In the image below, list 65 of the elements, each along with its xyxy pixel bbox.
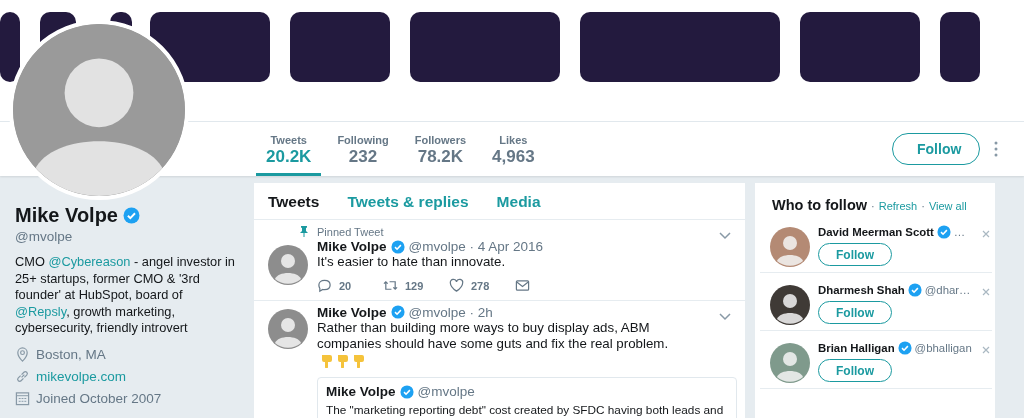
- separator-dot: ·: [871, 200, 875, 212]
- profile-bio: CMO @Cybereason - angel investor in 25+ startups, former CMO & '3rd founder' at HubSpot, board of @Repsly, growth marketing, cybersecurity, friendly introvert: [15, 254, 236, 337]
- tweet-author[interactable]: Mike Volpe: [317, 239, 387, 254]
- quote-author: Mike Volpe: [326, 384, 396, 399]
- close-icon[interactable]: [982, 346, 990, 354]
- follow-button[interactable]: Follow: [818, 301, 892, 324]
- quoted-tweet[interactable]: Mike Volpe @mvolpe The "marketing reporting debt" cost created by SFDC having both leads and: [317, 377, 737, 418]
- pinned-label: Pinned Tweet: [317, 225, 384, 238]
- tweet-author[interactable]: Mike Volpe: [317, 304, 387, 320]
- profile-name: Mike Volpe: [15, 204, 118, 227]
- pointing-down-hand-icon: [337, 353, 349, 368]
- pointing-down-hand-icon: [321, 353, 333, 368]
- reply-icon[interactable]: [317, 278, 332, 293]
- location-pin-icon: [15, 347, 30, 362]
- caret-icon[interactable]: [719, 312, 731, 321]
- avatar: [268, 308, 308, 349]
- avatar: [770, 227, 810, 267]
- link-icon: [15, 369, 30, 384]
- retweet-icon[interactable]: [383, 278, 398, 293]
- tweet-meta: @mvolpe · 4 Apr 2016: [408, 239, 544, 254]
- stat-tab[interactable]: Followers 78.2K: [404, 134, 477, 176]
- website-link[interactable]: mikevolpe.com: [36, 369, 127, 384]
- suggested-user-handle: …: [953, 226, 966, 238]
- avatar: [770, 343, 810, 383]
- stat-tab[interactable]: Likes 4,963: [482, 134, 545, 176]
- pin-icon: [299, 226, 309, 237]
- tweet-text: It's easier to hate than innovate.: [317, 254, 506, 271]
- suggested-user-name[interactable]: David Meerman Scott: [818, 226, 934, 238]
- suggested-user-name[interactable]: Dharmesh Shah: [818, 284, 905, 296]
- more-icon[interactable]: [994, 141, 998, 157]
- follow-button[interactable]: Follow: [818, 359, 892, 382]
- heart-icon[interactable]: [449, 278, 464, 293]
- follow-button[interactable]: Follow: [818, 243, 892, 266]
- tweet-meta: @mvolpe · 2h: [408, 304, 493, 320]
- follow-button[interactable]: Follow: [892, 133, 980, 165]
- reply-count: 20: [339, 279, 352, 292]
- quote-handle: @mvolpe: [417, 384, 475, 399]
- like-count: 278: [471, 279, 490, 292]
- suggested-user-name[interactable]: Brian Halligan: [818, 342, 895, 354]
- section-link[interactable]: Refresh: [878, 200, 918, 212]
- profile-handle: @mvolpe: [15, 229, 74, 244]
- suggested-user-handle: @dhar…: [924, 284, 971, 296]
- caret-icon[interactable]: [719, 232, 731, 240]
- close-icon[interactable]: [982, 230, 990, 238]
- avatar: [268, 245, 308, 285]
- profile-detail: Joined October 2007: [36, 391, 162, 406]
- stat-tab[interactable]: Tweets 20.2K: [256, 134, 322, 176]
- tweet-text: Rather than building more ways to buy display ads, ABM companies should have some guts and fix the real problem.: [317, 319, 670, 353]
- retweet-count: 129: [405, 279, 424, 292]
- mention-link[interactable]: @Cybereason: [48, 254, 131, 269]
- tab[interactable]: Tweets: [268, 193, 320, 211]
- profile-detail: Boston, MA: [36, 347, 106, 362]
- separator-dot: ·: [921, 200, 925, 212]
- suggested-user-handle: @bhalligan: [914, 342, 972, 354]
- tab[interactable]: Tweets & replies: [347, 193, 469, 211]
- pointing-down-hand-icon: [353, 353, 365, 368]
- envelope-icon[interactable]: [515, 278, 530, 293]
- section-title: Who to follow: [772, 197, 868, 213]
- avatar: [770, 285, 810, 325]
- calendar-icon: [15, 391, 30, 406]
- tab[interactable]: Media: [496, 193, 541, 211]
- close-icon[interactable]: [982, 288, 990, 296]
- section-link[interactable]: View all: [928, 200, 967, 212]
- quote-text: The "marketing reporting debt" cost created by SFDC having both leads and: [326, 403, 724, 417]
- stat-tab[interactable]: Following 232: [327, 134, 399, 176]
